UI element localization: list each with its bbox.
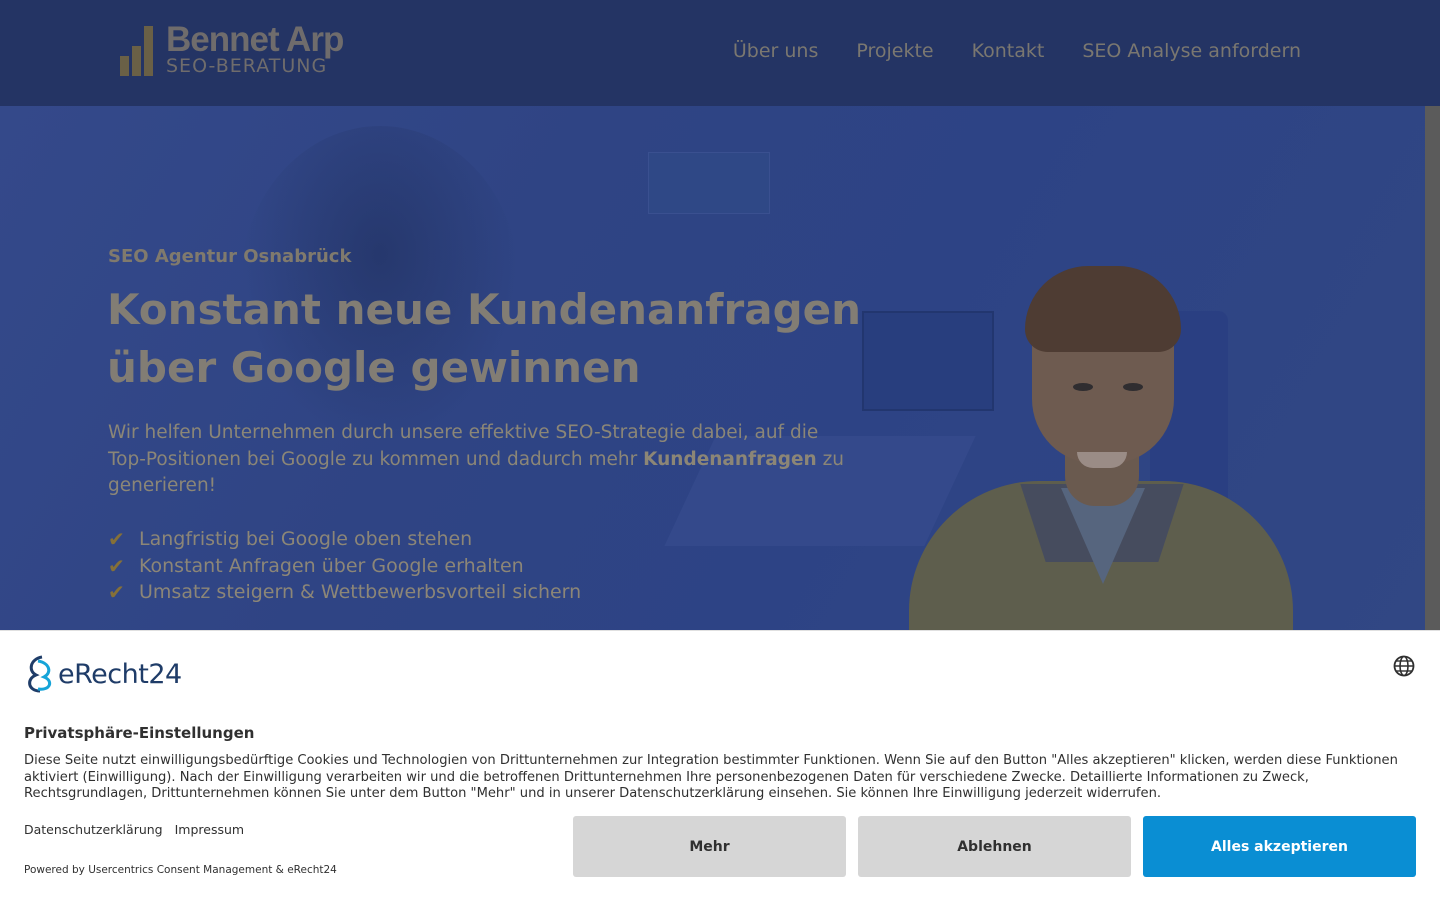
- consent-text: Diese Seite nutzt einwilligungsbedürftig…: [24, 753, 1398, 802]
- more-button[interactable]: Mehr: [573, 816, 846, 877]
- background-picture: [648, 152, 770, 214]
- hero-headline-line1: Konstant neue Kundenanfragen: [107, 285, 862, 334]
- erecht24-logo-text: eRecht24: [58, 659, 182, 690]
- hero-kicker: SEO Agentur Osnabrück: [108, 246, 352, 267]
- page-scrollbar[interactable]: [1425, 106, 1440, 630]
- logo-name: Bennet Arp: [166, 20, 344, 59]
- hero-section: SEO Agentur Osnabrück Konstant neue Kund…: [0, 106, 1425, 630]
- globe-icon[interactable]: [1393, 655, 1415, 677]
- portrait-hair: [1025, 266, 1181, 352]
- nav-item-projects[interactable]: Projekte: [856, 40, 933, 62]
- nav-item-about[interactable]: Über uns: [733, 40, 819, 62]
- imprint-link[interactable]: Impressum: [175, 822, 244, 837]
- consent-banner: eRecht24 Privatsphäre-Einstellungen Dies…: [0, 630, 1440, 900]
- consent-title: Privatsphäre-Einstellungen: [24, 724, 255, 742]
- erecht24-logo-icon: [28, 655, 52, 693]
- hero-lead-bold: Kundenanfragen: [643, 448, 817, 470]
- consent-links: Datenschutzerklärung Impressum: [24, 822, 244, 837]
- list-item-label: Konstant Anfragen über Google erhalten: [139, 554, 524, 577]
- powered-by-text: Powered by Usercentrics Consent Manageme…: [24, 864, 337, 876]
- hero-checklist: ✔ Langfristig bei Google oben stehen ✔ Kon…: [108, 526, 581, 606]
- hero-lead: Wir helfen Unternehmen durch unsere effe…: [108, 420, 848, 500]
- hero-headline-line2: über Google gewinnen: [107, 343, 641, 392]
- logo-subtitle: SEO-BERATUNG: [166, 55, 328, 77]
- logo-bars-icon: [118, 26, 158, 76]
- portrait-eye-left: [1073, 383, 1093, 391]
- nav-item-contact[interactable]: Kontakt: [972, 40, 1045, 62]
- portrait-eye-right: [1123, 383, 1143, 391]
- site-logo[interactable]: Bennet Arp SEO-BERATUNG: [118, 20, 378, 82]
- accept-all-button[interactable]: Alles akzeptieren: [1143, 816, 1416, 877]
- list-item: ✔ Konstant Anfragen über Google erhalten: [108, 553, 581, 580]
- nav-item-seo-analysis[interactable]: SEO Analyse anfordern: [1082, 40, 1301, 62]
- list-item: ✔ Umsatz steigern & Wettbewerbsvorteil si…: [108, 579, 581, 606]
- site-header: Bennet Arp SEO-BERATUNG Über uns Projekt…: [0, 0, 1440, 106]
- list-item-label: Langfristig bei Google oben stehen: [139, 528, 473, 551]
- hero-portrait: [905, 266, 1305, 630]
- deny-button[interactable]: Ablehnen: [858, 816, 1131, 877]
- check-icon: ✔: [108, 527, 125, 552]
- privacy-policy-link[interactable]: Datenschutzerklärung: [24, 822, 163, 837]
- erecht24-logo: eRecht24: [24, 653, 194, 697]
- hero-headline: Konstant neue Kundenanfragen über Google…: [107, 281, 867, 397]
- main-nav: Über uns Projekte Kontakt SEO Analyse an…: [733, 40, 1301, 62]
- check-icon: ✔: [108, 553, 125, 578]
- list-item-label: Umsatz steigern & Wettbewerbsvorteil sic…: [139, 581, 582, 604]
- list-item: ✔ Langfristig bei Google oben stehen: [108, 526, 581, 553]
- check-icon: ✔: [108, 580, 125, 605]
